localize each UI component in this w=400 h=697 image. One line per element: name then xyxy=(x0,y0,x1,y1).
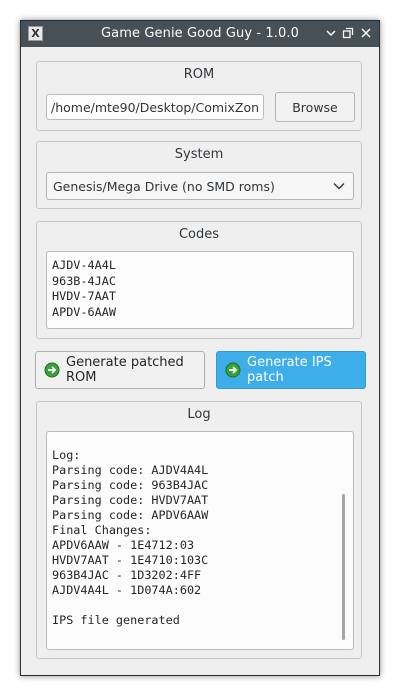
codes-textarea[interactable]: AJDV-4A4L 963B-4JAC HVDV-7AAT APDV-6AAW xyxy=(46,251,354,329)
codes-group-title: Codes xyxy=(178,227,220,242)
system-group-title: System xyxy=(174,147,224,162)
rom-group: ROM Browse xyxy=(36,61,362,131)
log-line: APDV6AAW - 1E4712:03 xyxy=(52,538,195,552)
log-group-title: Log xyxy=(187,407,211,422)
browse-button[interactable]: Browse xyxy=(275,92,355,122)
system-selected-value: Genesis/Mega Drive (no SMD roms) xyxy=(53,179,275,194)
log-line: HVDV7AAT - 1E4710:103C xyxy=(52,553,209,567)
log-text: Log: Parsing code: AJDV4A4L Parsing code: … xyxy=(52,448,208,628)
log-output[interactable]: Log: Parsing code: AJDV4A4L Parsing code: … xyxy=(46,431,354,650)
codes-group: Codes AJDV-4A4L 963B-4JAC HVDV-7AAT APDV… xyxy=(36,221,362,339)
generate-patched-rom-label: Generate patched ROM xyxy=(66,355,184,385)
log-line: Parsing code: APDV6AAW xyxy=(52,508,209,522)
chevron-down-icon xyxy=(333,183,345,190)
maximize-icon[interactable] xyxy=(341,26,355,40)
rom-path-field[interactable] xyxy=(46,94,264,120)
green-arrow-go-icon xyxy=(44,362,60,378)
log-line: Parsing code: HVDV7AAT xyxy=(52,493,209,507)
log-group: Log Log: Parsing code: AJDV4A4L Parsing co… xyxy=(36,401,362,659)
rom-path-input[interactable] xyxy=(47,95,263,119)
main-window: X Game Genie Good Guy - 1.0.0 ROM Browse… xyxy=(20,20,380,676)
generate-ips-patch-button[interactable]: Generate IPS patch xyxy=(216,351,366,389)
log-line: Log: xyxy=(52,448,81,462)
log-line: Parsing code: AJDV4A4L xyxy=(52,463,209,477)
log-line: 963B4JAC - 1D3202:4FF xyxy=(52,568,202,582)
minimize-icon[interactable] xyxy=(324,26,338,40)
log-line: AJDV4A4L - 1D074A:602 xyxy=(52,583,202,597)
log-line: Parsing code: 963B4JAC xyxy=(52,478,209,492)
rom-group-title: ROM xyxy=(183,67,215,82)
system-select[interactable]: Genesis/Mega Drive (no SMD roms) xyxy=(46,172,354,200)
close-icon[interactable] xyxy=(359,26,373,40)
generate-patched-rom-button[interactable]: Generate patched ROM xyxy=(35,351,205,389)
log-line: IPS file generated xyxy=(52,613,180,627)
system-group: System Genesis/Mega Drive (no SMD roms) xyxy=(36,141,362,209)
generate-ips-patch-label: Generate IPS patch xyxy=(247,355,332,385)
log-line: Final Changes: xyxy=(52,523,152,537)
log-scrollbar[interactable] xyxy=(342,494,345,640)
green-arrow-go-icon xyxy=(225,362,241,378)
title-bar: X Game Genie Good Guy - 1.0.0 xyxy=(21,21,379,47)
